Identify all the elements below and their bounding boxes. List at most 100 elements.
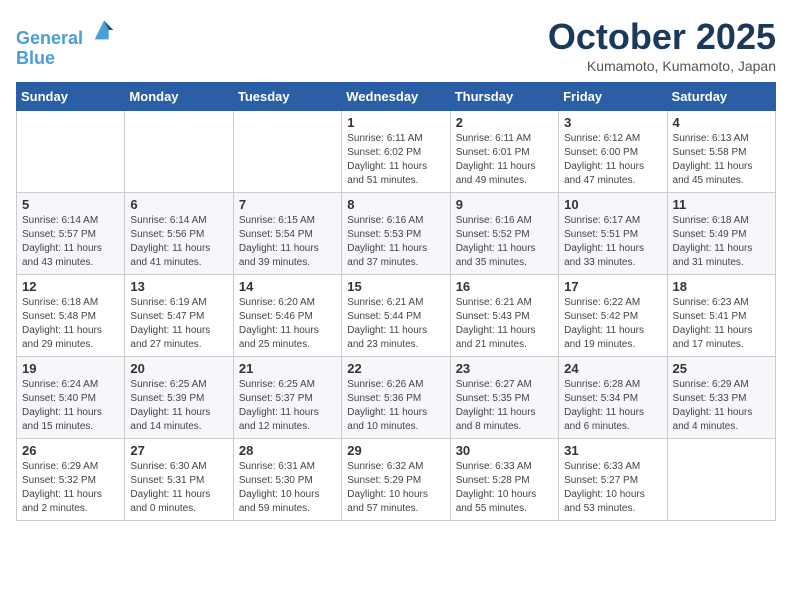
calendar-cell bbox=[125, 111, 233, 193]
calendar-cell: 9 Sunrise: 6:16 AM Sunset: 5:52 PM Daylig… bbox=[450, 193, 558, 275]
weekday-header-monday: Monday bbox=[125, 83, 233, 111]
day-number: 23 bbox=[456, 361, 553, 376]
day-number: 20 bbox=[130, 361, 227, 376]
day-info: Sunrise: 6:25 AM Sunset: 5:37 PM Dayligh… bbox=[239, 378, 336, 434]
day-info: Sunrise: 6:31 AM Sunset: 5:30 PM Dayligh… bbox=[239, 460, 336, 516]
day-number: 6 bbox=[130, 197, 227, 212]
calendar-cell bbox=[233, 111, 341, 193]
day-number: 1 bbox=[347, 115, 444, 130]
day-number: 31 bbox=[564, 443, 661, 458]
day-number: 15 bbox=[347, 279, 444, 294]
day-number: 7 bbox=[239, 197, 336, 212]
day-info: Sunrise: 6:19 AM Sunset: 5:47 PM Dayligh… bbox=[130, 296, 227, 352]
calendar-week-1: 1Sunrise: 6:11 AM Sunset: 6:02 PM Daylig… bbox=[17, 111, 776, 193]
day-number: 29 bbox=[347, 443, 444, 458]
calendar-cell: 7 Sunrise: 6:15 AM Sunset: 5:54 PM Daylig… bbox=[233, 193, 341, 275]
weekday-header-thursday: Thursday bbox=[450, 83, 558, 111]
calendar-cell: 15 Sunrise: 6:21 AM Sunset: 5:44 PM Dayli… bbox=[342, 275, 450, 357]
day-number: 17 bbox=[564, 279, 661, 294]
calendar-body: 1Sunrise: 6:11 AM Sunset: 6:02 PM Daylig… bbox=[17, 111, 776, 521]
calendar-week-4: 19 Sunrise: 6:24 AM Sunset: 5:40 PM Dayli… bbox=[17, 357, 776, 439]
day-info: Sunrise: 6:32 AM Sunset: 5:29 PM Dayligh… bbox=[347, 460, 444, 516]
day-number: 3 bbox=[564, 115, 661, 130]
calendar-cell: 18 Sunrise: 6:23 AM Sunset: 5:41 PM Dayli… bbox=[667, 275, 775, 357]
day-info: Sunrise: 6:13 AM Sunset: 5:58 PM Dayligh… bbox=[673, 132, 770, 188]
day-number: 26 bbox=[22, 443, 119, 458]
calendar-cell: 24Sunrise: 6:28 AM Sunset: 5:34 PM Dayli… bbox=[559, 357, 667, 439]
weekday-header-saturday: Saturday bbox=[667, 83, 775, 111]
calendar-table: SundayMondayTuesdayWednesdayThursdayFrid… bbox=[16, 82, 776, 521]
day-info: Sunrise: 6:27 AM Sunset: 5:35 PM Dayligh… bbox=[456, 378, 553, 434]
calendar-cell: 11 Sunrise: 6:18 AM Sunset: 5:49 PM Dayli… bbox=[667, 193, 775, 275]
calendar-cell: 12Sunrise: 6:18 AM Sunset: 5:48 PM Dayli… bbox=[17, 275, 125, 357]
day-number: 30 bbox=[456, 443, 553, 458]
day-number: 19 bbox=[22, 361, 119, 376]
day-number: 18 bbox=[673, 279, 770, 294]
day-number: 16 bbox=[456, 279, 553, 294]
calendar-cell: 23 Sunrise: 6:27 AM Sunset: 5:35 PM Dayli… bbox=[450, 357, 558, 439]
weekday-header-row: SundayMondayTuesdayWednesdayThursdayFrid… bbox=[17, 83, 776, 111]
day-info: Sunrise: 6:33 AM Sunset: 5:28 PM Dayligh… bbox=[456, 460, 553, 516]
day-info: Sunrise: 6:12 AM Sunset: 6:00 PM Dayligh… bbox=[564, 132, 661, 188]
calendar-cell: 4 Sunrise: 6:13 AM Sunset: 5:58 PM Daylig… bbox=[667, 111, 775, 193]
day-number: 8 bbox=[347, 197, 444, 212]
logo: General Blue bbox=[16, 16, 118, 69]
day-info: Sunrise: 6:16 AM Sunset: 5:52 PM Dayligh… bbox=[456, 214, 553, 270]
day-number: 11 bbox=[673, 197, 770, 212]
calendar-cell: 5 Sunrise: 6:14 AM Sunset: 5:57 PM Daylig… bbox=[17, 193, 125, 275]
day-number: 4 bbox=[673, 115, 770, 130]
day-number: 5 bbox=[22, 197, 119, 212]
day-info: Sunrise: 6:18 AM Sunset: 5:48 PM Dayligh… bbox=[22, 296, 119, 352]
logo-icon bbox=[90, 16, 118, 44]
day-number: 10 bbox=[564, 197, 661, 212]
day-number: 13 bbox=[130, 279, 227, 294]
day-info: Sunrise: 6:29 AM Sunset: 5:32 PM Dayligh… bbox=[22, 460, 119, 516]
day-info: Sunrise: 6:24 AM Sunset: 5:40 PM Dayligh… bbox=[22, 378, 119, 434]
logo-text: General bbox=[16, 16, 118, 49]
calendar-cell: 30 Sunrise: 6:33 AM Sunset: 5:28 PM Dayli… bbox=[450, 439, 558, 521]
weekday-header-friday: Friday bbox=[559, 83, 667, 111]
calendar-cell: 14 Sunrise: 6:20 AM Sunset: 5:46 PM Dayli… bbox=[233, 275, 341, 357]
day-info: Sunrise: 6:21 AM Sunset: 5:44 PM Dayligh… bbox=[347, 296, 444, 352]
day-info: Sunrise: 6:23 AM Sunset: 5:41 PM Dayligh… bbox=[673, 296, 770, 352]
day-info: Sunrise: 6:21 AM Sunset: 5:43 PM Dayligh… bbox=[456, 296, 553, 352]
day-info: Sunrise: 6:14 AM Sunset: 5:57 PM Dayligh… bbox=[22, 214, 119, 270]
calendar-cell: 25 Sunrise: 6:29 AM Sunset: 5:33 PM Dayli… bbox=[667, 357, 775, 439]
calendar-cell: 13 Sunrise: 6:19 AM Sunset: 5:47 PM Dayli… bbox=[125, 275, 233, 357]
day-number: 27 bbox=[130, 443, 227, 458]
weekday-header-tuesday: Tuesday bbox=[233, 83, 341, 111]
calendar-cell: 10 Sunrise: 6:17 AM Sunset: 5:51 PM Dayli… bbox=[559, 193, 667, 275]
day-number: 28 bbox=[239, 443, 336, 458]
calendar-week-3: 12Sunrise: 6:18 AM Sunset: 5:48 PM Dayli… bbox=[17, 275, 776, 357]
day-info: Sunrise: 6:18 AM Sunset: 5:49 PM Dayligh… bbox=[673, 214, 770, 270]
logo-blue: Blue bbox=[16, 49, 118, 69]
calendar-cell: 17Sunrise: 6:22 AM Sunset: 5:42 PM Dayli… bbox=[559, 275, 667, 357]
calendar-cell: 16 Sunrise: 6:21 AM Sunset: 5:43 PM Dayli… bbox=[450, 275, 558, 357]
calendar-cell: 21 Sunrise: 6:25 AM Sunset: 5:37 PM Dayli… bbox=[233, 357, 341, 439]
calendar-cell: 1Sunrise: 6:11 AM Sunset: 6:02 PM Daylig… bbox=[342, 111, 450, 193]
calendar-cell bbox=[667, 439, 775, 521]
calendar-cell: 6Sunrise: 6:14 AM Sunset: 5:56 PM Daylig… bbox=[125, 193, 233, 275]
location: Kumamoto, Kumamoto, Japan bbox=[548, 58, 776, 74]
day-info: Sunrise: 6:15 AM Sunset: 5:54 PM Dayligh… bbox=[239, 214, 336, 270]
logo-general: General bbox=[16, 28, 83, 48]
day-info: Sunrise: 6:33 AM Sunset: 5:27 PM Dayligh… bbox=[564, 460, 661, 516]
day-info: Sunrise: 6:25 AM Sunset: 5:39 PM Dayligh… bbox=[130, 378, 227, 434]
day-info: Sunrise: 6:28 AM Sunset: 5:34 PM Dayligh… bbox=[564, 378, 661, 434]
day-info: Sunrise: 6:17 AM Sunset: 5:51 PM Dayligh… bbox=[564, 214, 661, 270]
day-info: Sunrise: 6:20 AM Sunset: 5:46 PM Dayligh… bbox=[239, 296, 336, 352]
day-info: Sunrise: 6:30 AM Sunset: 5:31 PM Dayligh… bbox=[130, 460, 227, 516]
day-number: 9 bbox=[456, 197, 553, 212]
day-number: 14 bbox=[239, 279, 336, 294]
day-info: Sunrise: 6:29 AM Sunset: 5:33 PM Dayligh… bbox=[673, 378, 770, 434]
day-info: Sunrise: 6:11 AM Sunset: 6:01 PM Dayligh… bbox=[456, 132, 553, 188]
calendar-cell: 3 Sunrise: 6:12 AM Sunset: 6:00 PM Daylig… bbox=[559, 111, 667, 193]
day-number: 2 bbox=[456, 115, 553, 130]
title-block: October 2025 Kumamoto, Kumamoto, Japan bbox=[548, 16, 776, 74]
calendar-cell: 22Sunrise: 6:26 AM Sunset: 5:36 PM Dayli… bbox=[342, 357, 450, 439]
day-number: 25 bbox=[673, 361, 770, 376]
day-number: 21 bbox=[239, 361, 336, 376]
page-header: General Blue October 2025 Kumamoto, Kuma… bbox=[16, 16, 776, 74]
calendar-cell bbox=[17, 111, 125, 193]
calendar-cell: 27 Sunrise: 6:30 AM Sunset: 5:31 PM Dayli… bbox=[125, 439, 233, 521]
